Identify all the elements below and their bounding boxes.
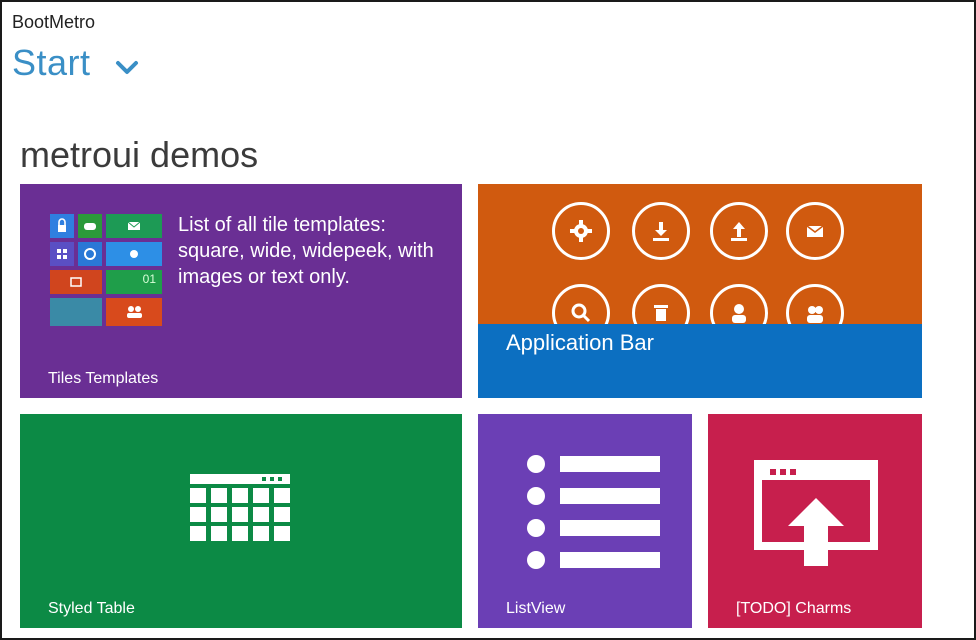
browser-icon bbox=[84, 248, 96, 260]
settings-icon bbox=[552, 202, 610, 260]
windows-icon bbox=[57, 249, 67, 259]
app-brand: BootMetro bbox=[12, 12, 96, 32]
sun-icon bbox=[130, 250, 138, 258]
mini-tile-people bbox=[106, 298, 162, 326]
tile-label: Tiles Templates bbox=[48, 370, 159, 387]
tile-label: [TODO] Charms bbox=[736, 600, 852, 617]
mini-tile-ie bbox=[78, 242, 102, 266]
list-icon bbox=[527, 455, 660, 569]
tile-label: ListView bbox=[506, 600, 566, 617]
upload-icon bbox=[710, 202, 768, 260]
mini-tile-windows bbox=[50, 242, 74, 266]
tile-templates-preview: 01 bbox=[50, 214, 166, 326]
upload-window-icon bbox=[754, 460, 878, 566]
tile-templates-description: List of all tile templates: square, wide… bbox=[178, 214, 434, 288]
tile-application-bar[interactable]: Application Bar bbox=[478, 184, 922, 398]
mini-tile-games bbox=[78, 214, 102, 238]
people-icon bbox=[127, 306, 142, 318]
mini-tile-time: 01 bbox=[142, 272, 156, 286]
mini-tile-clock: 01 bbox=[106, 270, 162, 294]
video-icon bbox=[70, 277, 82, 287]
download-icon bbox=[632, 202, 690, 260]
mini-tile-video bbox=[50, 270, 102, 294]
table-icon bbox=[190, 474, 290, 541]
chevron-down-icon[interactable] bbox=[114, 56, 140, 78]
tile-label: Application Bar bbox=[506, 330, 654, 355]
tile-styled-table[interactable]: Styled Table bbox=[20, 414, 462, 628]
tile-tiles-templates[interactable]: 01 List of all tile templates: square, w… bbox=[20, 184, 462, 398]
lock-icon bbox=[58, 218, 66, 232]
group-title: metroui demos bbox=[20, 134, 259, 175]
mini-tile-lock bbox=[50, 214, 74, 238]
start-title[interactable]: Start bbox=[12, 42, 91, 84]
tile-charms[interactable]: [TODO] Charms bbox=[708, 414, 922, 628]
gamepad-icon bbox=[84, 223, 96, 230]
mail-icon bbox=[786, 202, 844, 260]
mail-icon bbox=[127, 221, 141, 230]
tile-listview[interactable]: ListView bbox=[478, 414, 692, 628]
mini-tile-desktop bbox=[50, 298, 102, 326]
tile-label: Styled Table bbox=[48, 600, 135, 617]
mini-tile-weather bbox=[106, 242, 162, 266]
mini-tile-mail bbox=[106, 214, 162, 238]
